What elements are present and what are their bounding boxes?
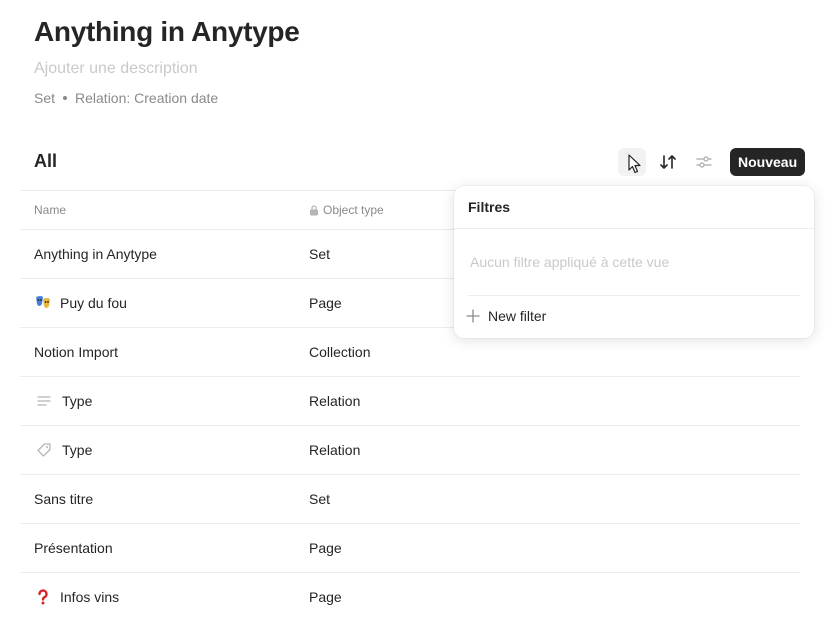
row-type: Relation bbox=[309, 393, 361, 409]
page-title[interactable]: Anything in Anytype bbox=[34, 16, 300, 48]
column-header-name[interactable]: Name bbox=[20, 203, 309, 217]
sliders-icon bbox=[696, 156, 712, 168]
divider bbox=[454, 228, 814, 229]
row-type: Relation bbox=[309, 442, 361, 458]
plus-icon bbox=[466, 309, 480, 323]
separator-dot bbox=[63, 96, 68, 100]
description-field[interactable]: Ajouter une description bbox=[34, 60, 198, 78]
row-type: Page bbox=[309, 540, 342, 556]
table-row[interactable]: Infos vins Page bbox=[20, 572, 800, 621]
table-row[interactable]: Type Relation bbox=[20, 376, 800, 425]
row-name[interactable]: Présentation bbox=[34, 540, 113, 556]
new-filter-label: New filter bbox=[488, 308, 547, 324]
divider bbox=[468, 295, 800, 296]
view-toolbar: Nouveau bbox=[618, 148, 806, 176]
row-name[interactable]: Puy du fou bbox=[60, 295, 127, 311]
column-header-type-label: Object type bbox=[323, 203, 384, 217]
row-name[interactable]: Sans titre bbox=[34, 491, 93, 507]
row-type: Collection bbox=[309, 344, 371, 360]
settings-button[interactable] bbox=[690, 148, 718, 176]
no-filters-message: Aucun filtre appliqué à cette vue bbox=[470, 254, 670, 270]
meta-kind[interactable]: Set bbox=[34, 90, 55, 106]
table-row[interactable]: Présentation Page bbox=[20, 523, 800, 572]
theater-masks-icon bbox=[34, 294, 52, 312]
filters-popup-title: Filtres bbox=[468, 199, 511, 215]
lock-icon bbox=[310, 204, 318, 215]
row-type: Set bbox=[309, 491, 331, 507]
row-name[interactable]: Infos vins bbox=[60, 589, 119, 605]
table-row[interactable]: Type Relation bbox=[20, 425, 800, 474]
filters-popup: Filtres Aucun filtre appliqué à cette vu… bbox=[454, 186, 814, 338]
question-mark-icon bbox=[34, 588, 52, 606]
new-object-button[interactable]: Nouveau bbox=[730, 148, 806, 176]
row-type: Page bbox=[309, 589, 342, 605]
table-row[interactable]: Sans titre Set bbox=[20, 474, 800, 523]
page-meta: Set Relation: Creation date bbox=[34, 90, 218, 106]
row-name[interactable]: Notion Import bbox=[34, 344, 118, 360]
text-lines-icon bbox=[34, 391, 54, 411]
new-filter-button[interactable]: New filter bbox=[466, 308, 546, 324]
row-name[interactable]: Type bbox=[62, 393, 92, 409]
row-name[interactable]: Anything in Anytype bbox=[34, 246, 157, 262]
sort-button[interactable] bbox=[654, 148, 682, 176]
sort-icon bbox=[660, 155, 676, 169]
mouse-pointer-icon bbox=[628, 154, 641, 174]
tag-icon bbox=[34, 440, 54, 460]
meta-relation[interactable]: Relation: Creation date bbox=[75, 90, 218, 106]
row-name[interactable]: Type bbox=[62, 442, 92, 458]
view-title[interactable]: All bbox=[34, 151, 57, 172]
